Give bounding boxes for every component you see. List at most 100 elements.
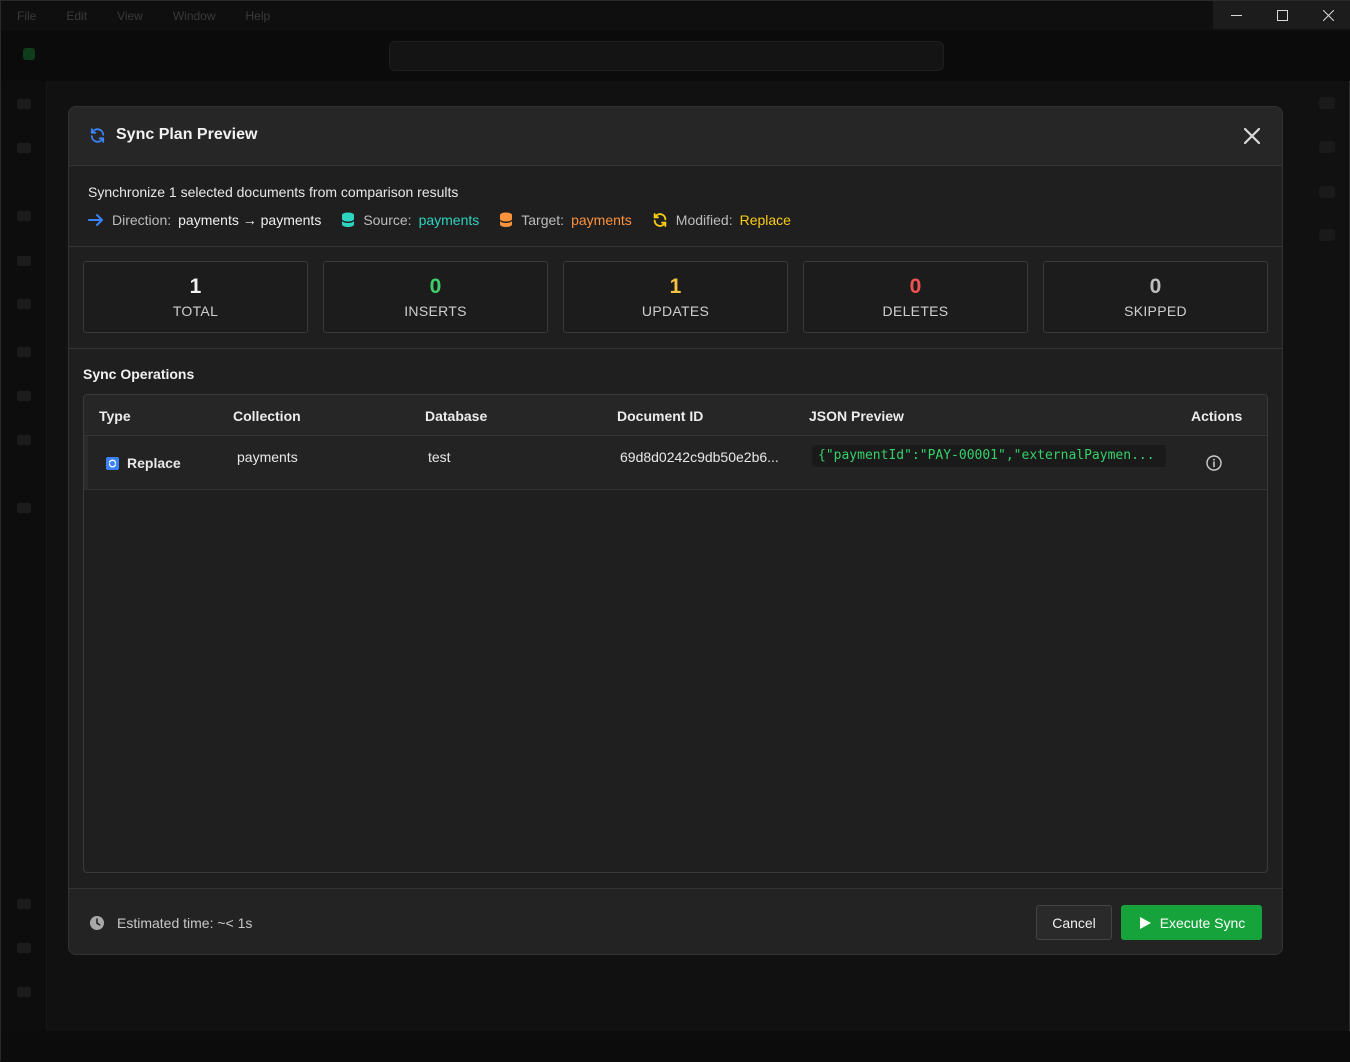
window-controls [1213,1,1350,29]
rail-icon [17,943,31,953]
database-cell: test [428,449,451,465]
source-label: Source: [363,212,412,228]
arrow-right-icon [88,214,103,226]
replace-icon [106,456,119,470]
dialog-footer: Estimated time: ~< 1s Cancel Execute Syn… [69,888,1282,954]
column-header-database: Database [425,408,488,424]
collection-cell: payments [237,449,298,465]
rail-icon [17,99,31,109]
json-preview-cell: {"paymentId":"PAY-00001","externalPaymen… [812,445,1166,467]
rail-icon [17,347,31,357]
modified-info: Modified: Replace [652,212,791,228]
close-icon [1244,128,1260,144]
rail-icon [17,391,31,401]
rail-icon [17,143,31,153]
clock-icon [90,916,104,930]
modified-value: Replace [739,212,791,228]
estimated-time-text: Estimated time: ~< 1s [117,915,253,931]
target-info: Target: payments [499,212,632,228]
logo-icon [23,48,35,60]
menu-bar: File Edit View Window Help [17,9,270,23]
play-icon [1139,916,1151,929]
stat-value: 1 [669,275,682,298]
target-label: Target: [521,212,565,228]
column-header-document-id: Document ID [617,408,704,424]
stat-label: UPDATES [641,303,710,319]
stat-value: 0 [429,275,442,298]
column-header-collection: Collection [233,408,301,424]
rail-icon [17,256,31,266]
sync-icon [653,213,667,227]
database-icon [342,212,355,227]
direction-info: Direction: payments → payments [88,212,321,228]
rail-icon [17,899,31,909]
stat-label: INSERTS [404,303,467,319]
direction-value: payments → payments [178,212,322,228]
modified-label: Modified: [675,212,733,228]
app-logo [23,48,35,60]
stat-label: DELETES [882,303,949,319]
dialog-title-text: Sync Plan Preview [116,126,258,143]
right-rail-icon [1319,97,1335,109]
source-info: Source: payments [341,212,479,228]
column-header-json-preview: JSON Preview [809,408,904,424]
close-window-button[interactable] [1305,1,1350,29]
stat-deletes: 0 DELETES [803,261,1028,333]
view-details-button[interactable] [1205,454,1223,472]
column-header-type: Type [99,408,131,424]
table-header: Type Collection Database Document ID JSO… [84,395,1267,436]
sync-plan-dialog: Sync Plan Preview Synchronize 1 selected… [68,106,1283,955]
operation-type: Replace [106,455,181,471]
divider [69,348,1282,349]
background-search [389,41,944,71]
rail-icon [17,435,31,445]
operations-title: Sync Operations [83,366,195,382]
right-rail-icon [1319,186,1335,198]
right-rail-icon [1319,141,1335,153]
table-row[interactable]: Replace payments test 69d8d0242c9db50e2b… [84,436,1267,490]
dialog-header: Sync Plan Preview [69,107,1282,166]
menu-item-help[interactable]: Help [246,9,271,23]
maximize-icon [1276,9,1288,21]
rail-icon [17,299,31,309]
menu-item-view[interactable]: View [117,9,143,23]
rail-icon [17,503,31,513]
source-value: payments [418,212,480,228]
dialog-close-button[interactable] [1242,126,1262,146]
left-rail [1,81,47,1062]
stat-skipped: 0 SKIPPED [1043,261,1268,333]
direction-label: Direction: [112,212,172,228]
stat-label: SKIPPED [1124,303,1187,319]
sync-meta-row: Direction: payments → payments Source: p… [88,212,811,228]
status-bar [1,1031,1350,1062]
estimated-time: Estimated time: ~< 1s [89,915,252,931]
stat-value: 1 [189,275,202,298]
execute-sync-button[interactable]: Execute Sync [1121,905,1262,940]
dialog-title: Sync Plan Preview [89,126,257,144]
stat-updates: 1 UPDATES [563,261,788,333]
rail-icon [17,211,31,221]
menu-item-file[interactable]: File [17,9,36,23]
stat-value: 0 [909,275,922,298]
maximize-button[interactable] [1259,1,1305,29]
cancel-button[interactable]: Cancel [1036,905,1112,940]
sync-icon [90,127,105,143]
stat-total: 1 TOTAL [83,261,308,333]
menu-item-edit[interactable]: Edit [66,9,87,23]
document-id-cell: 69d8d0242c9db50e2b6... [620,449,779,465]
stat-value: 0 [1149,275,1162,298]
stat-inserts: 0 INSERTS [323,261,548,333]
menu-item-window[interactable]: Window [173,9,216,23]
minimize-icon [1230,14,1242,16]
stat-label: TOTAL [172,303,219,319]
stats-row: 1 TOTAL 0 INSERTS 1 UPDATES 0 DELETES 0 … [83,261,1268,333]
right-rail-icon [1319,229,1335,241]
rail-icon [17,987,31,997]
summary-text: Synchronize 1 selected documents from co… [88,184,459,200]
execute-sync-label: Execute Sync [1159,914,1246,931]
sync-summary: Synchronize 1 selected documents from co… [69,167,1282,247]
column-header-actions: Actions [1191,408,1243,424]
operations-table: Type Collection Database Document ID JSO… [83,394,1268,873]
minimize-button[interactable] [1213,1,1259,29]
operation-type-label: Replace [127,455,181,471]
